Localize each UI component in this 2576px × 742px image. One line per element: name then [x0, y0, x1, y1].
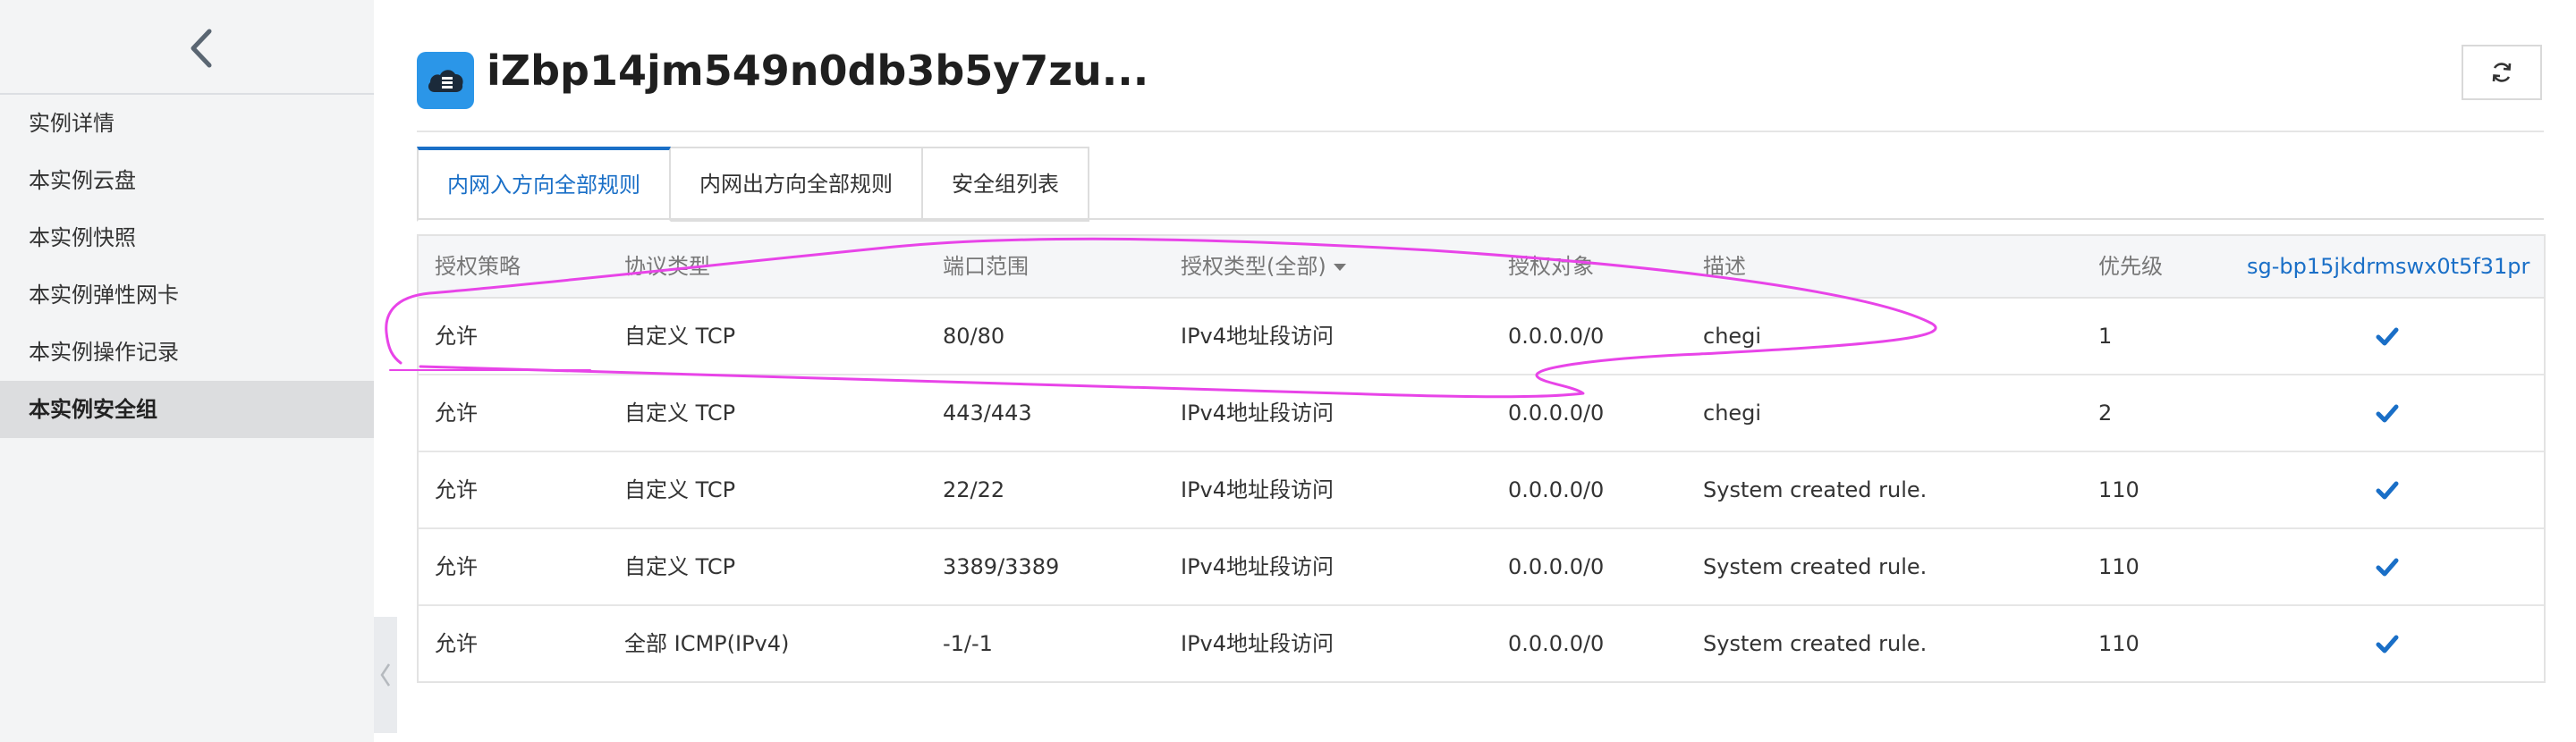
cell-protocol: 自定义 TCP: [624, 477, 736, 502]
cell-priority: 110: [2098, 477, 2140, 502]
cell-port-range: 443/443: [943, 401, 1032, 426]
sidebar-collapse-handle[interactable]: [374, 617, 397, 733]
sidebar-item-eni[interactable]: 本实例弹性网卡: [0, 266, 374, 324]
cell-protocol: 自定义 TCP: [624, 554, 736, 579]
sidebar-item-instance-details[interactable]: 实例详情: [0, 95, 374, 152]
table-row: 允许 自定义 TCP 80/80 IPv4地址段访问 0.0.0.0/0 chegi 1: [419, 299, 2544, 375]
sidebar: 实例详情 本实例云盘 本实例快照 本实例弹性网卡 本实例操作记录 本实例安全组: [0, 0, 374, 742]
rules-table: 授权策略 协议类型 端口范围 授权类型(全部) 授权对象 描述 优先级 sg-b…: [417, 234, 2546, 683]
cell-priority: 110: [2098, 631, 2140, 656]
cell-policy: 允许: [435, 477, 478, 502]
sidebar-item-snapshots[interactable]: 本实例快照: [0, 209, 374, 266]
sidebar-item-disks[interactable]: 本实例云盘: [0, 152, 374, 209]
column-header-policy: 授权策略: [435, 254, 521, 279]
table-body: 允许 自定义 TCP 80/80 IPv4地址段访问 0.0.0.0/0 chegi 1 允许…: [419, 299, 2544, 681]
column-header-security-group-id[interactable]: sg-bp15jkdrmswx0t5f31pr: [2247, 236, 2529, 297]
table-header: 授权策略 协议类型 端口范围 授权类型(全部) 授权对象 描述 优先级 sg-b…: [419, 236, 2544, 299]
cell-priority: 2: [2098, 401, 2113, 426]
table-row: 允许 自定义 TCP 443/443 IPv4地址段访问 0.0.0.0/0 chegi 2: [419, 375, 2544, 452]
cell-protocol: 自定义 TCP: [624, 401, 736, 426]
cell-priority: 110: [2098, 554, 2140, 579]
sidebar-item-security-groups[interactable]: 本实例安全组: [0, 381, 374, 438]
cell-auth-type: IPv4地址段访问: [1181, 324, 1335, 349]
tab-outbound-rules[interactable]: 内网出方向全部规则: [671, 147, 923, 222]
checkmark-icon: [2376, 299, 2399, 374]
sidebar-item-operation-log[interactable]: 本实例操作记录: [0, 324, 374, 381]
cell-policy: 允许: [435, 324, 478, 349]
cell-auth-type: IPv4地址段访问: [1181, 401, 1335, 426]
table-row: 允许 自定义 TCP 3389/3389 IPv4地址段访问 0.0.0.0/0 Syst…: [419, 529, 2544, 606]
cell-policy: 允许: [435, 401, 478, 426]
caret-down-icon: [1333, 264, 1346, 271]
cell-auth-type: IPv4地址段访问: [1181, 554, 1335, 579]
cell-port-range: 80/80: [943, 324, 1005, 349]
cell-description: chegi: [1703, 401, 1762, 426]
cell-port-range: 3389/3389: [943, 554, 1060, 579]
column-header-description: 描述: [1703, 254, 1746, 279]
sidebar-nav: 实例详情 本实例云盘 本实例快照 本实例弹性网卡 本实例操作记录 本实例安全组: [0, 95, 374, 438]
tab-inbound-rules[interactable]: 内网入方向全部规则: [417, 147, 671, 222]
cell-auth-object: 0.0.0.0/0: [1508, 477, 1605, 502]
checkmark-icon: [2376, 452, 2399, 527]
cell-description: System created rule.: [1703, 477, 1928, 502]
table-row: 允许 全部 ICMP(IPv4) -1/-1 IPv4地址段访问 0.0.0.0/0 Sy…: [419, 606, 2544, 681]
cell-priority: 1: [2098, 324, 2113, 349]
refresh-icon: [2492, 63, 2512, 82]
cell-port-range: 22/22: [943, 477, 1005, 502]
column-header-port-range: 端口范围: [943, 254, 1029, 279]
cell-description: System created rule.: [1703, 554, 1928, 579]
column-header-protocol: 协议类型: [624, 254, 710, 279]
cell-auth-type: IPv4地址段访问: [1181, 477, 1335, 502]
refresh-button[interactable]: [2462, 45, 2542, 100]
tab-bar: 内网入方向全部规则 内网出方向全部规则 安全组列表: [417, 147, 1089, 222]
chevron-left-icon: [380, 663, 391, 687]
column-header-auth-type[interactable]: 授权类型(全部): [1181, 236, 1346, 297]
cell-description: System created rule.: [1703, 631, 1928, 656]
cell-auth-type: IPv4地址段访问: [1181, 631, 1335, 656]
back-button[interactable]: [170, 20, 233, 77]
cell-protocol: 全部 ICMP(IPv4): [624, 631, 790, 656]
table-row: 允许 自定义 TCP 22/22 IPv4地址段访问 0.0.0.0/0 System c…: [419, 452, 2544, 529]
auth-type-filter-label: 授权类型(全部): [1181, 254, 1326, 279]
cloud-server-icon: [417, 52, 474, 109]
checkmark-icon: [2376, 529, 2399, 604]
chevron-left-icon: [191, 29, 212, 68]
cell-description: chegi: [1703, 324, 1762, 349]
cell-auth-object: 0.0.0.0/0: [1508, 554, 1605, 579]
cell-policy: 允许: [435, 554, 478, 579]
column-header-priority: 优先级: [2098, 254, 2163, 279]
checkmark-icon: [2376, 606, 2399, 681]
cell-auth-object: 0.0.0.0/0: [1508, 401, 1605, 426]
page-title: iZbp14jm549n0db3b5y7zu...: [487, 46, 1149, 95]
header-divider: [417, 131, 2544, 132]
cell-policy: 允许: [435, 631, 478, 656]
cell-auth-object: 0.0.0.0/0: [1508, 324, 1605, 349]
column-header-auth-object: 授权对象: [1508, 254, 1594, 279]
tabs-divider: [417, 218, 2544, 220]
cell-auth-object: 0.0.0.0/0: [1508, 631, 1605, 656]
checkmark-icon: [2376, 375, 2399, 451]
cell-protocol: 自定义 TCP: [624, 324, 736, 349]
cell-port-range: -1/-1: [943, 631, 993, 656]
tab-security-group-list[interactable]: 安全组列表: [923, 147, 1089, 222]
